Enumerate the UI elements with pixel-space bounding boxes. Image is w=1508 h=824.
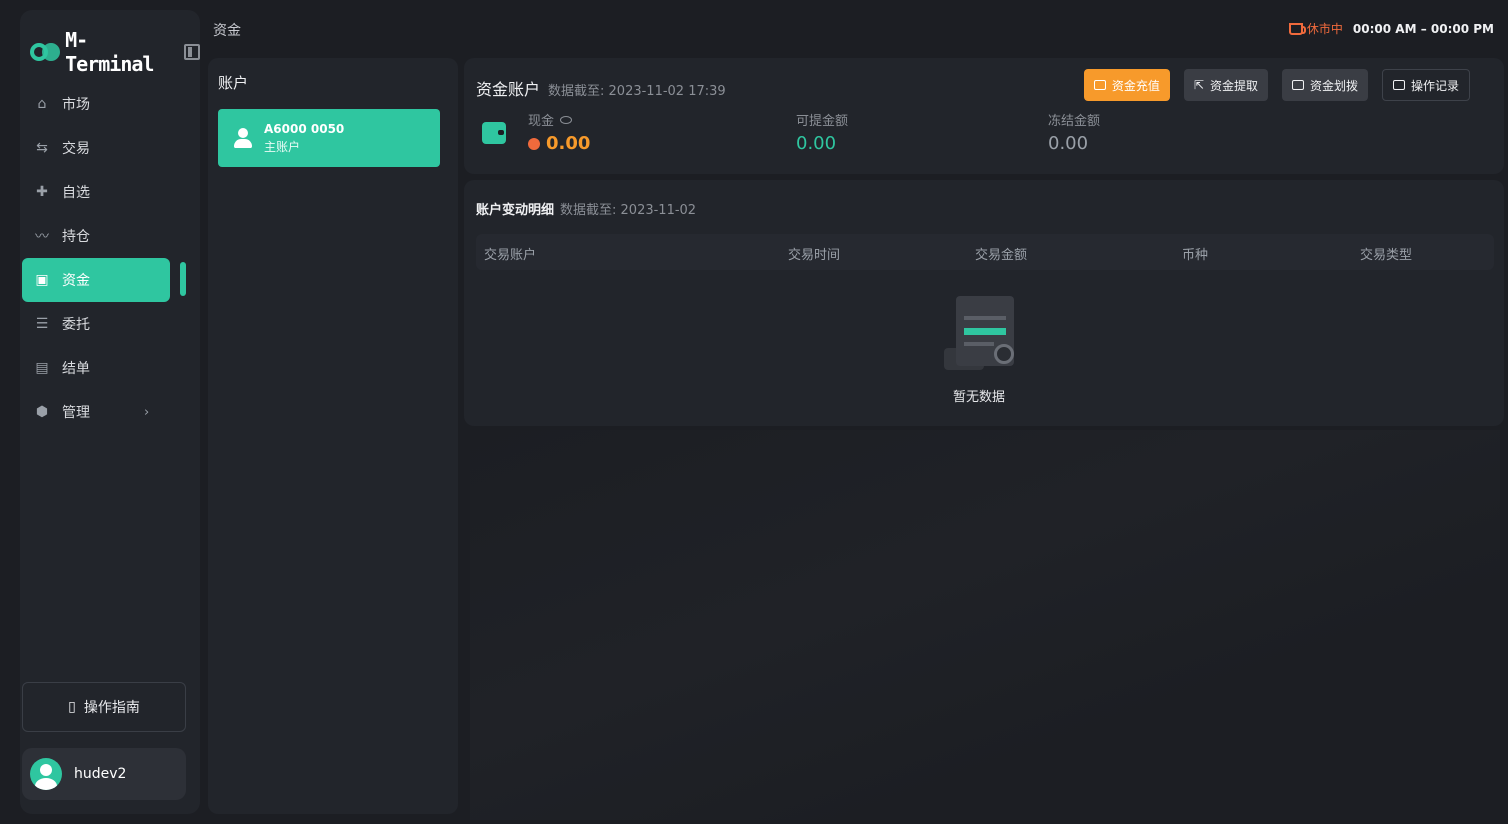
sidebar-item-manage[interactable]: ⬢ 管理 ›: [22, 390, 198, 434]
frozen-value: 0.00: [1048, 133, 1089, 154]
withdraw-icon: ⇱: [1193, 78, 1204, 92]
chevron-right-icon: ›: [144, 404, 150, 420]
avatar: [30, 758, 62, 790]
transfer-button-label: 资金划拨: [1309, 78, 1358, 93]
funds-as-of: 数据截至: 2023-11-02 17:39: [548, 84, 726, 99]
coffee-cup-icon: [1288, 22, 1306, 35]
wallet-icon: [482, 122, 506, 144]
sidebar-item-label: 委托: [62, 317, 90, 333]
cash-metric: 现金 0.00: [528, 110, 590, 154]
sidebar: M-Terminal ⌂ 市场 ⇆ 交易 ✚ 自选 〰 持仓 ▣ 资金 ☰ 委托…: [20, 10, 200, 814]
orders-icon: ☰: [35, 316, 49, 332]
sidebar-collapse-icon[interactable]: [184, 44, 200, 60]
deposit-button-label: 资金充值: [1111, 78, 1160, 93]
sidebar-item-label: 持仓: [62, 229, 90, 245]
transfer-button[interactable]: 资金划拨: [1281, 69, 1368, 101]
logo-icon: [30, 40, 60, 64]
username: hudev2: [74, 766, 127, 782]
records-button[interactable]: 操作记录: [1381, 69, 1470, 101]
sidebar-item-statements[interactable]: ▤ 结单: [22, 346, 198, 390]
sidebar-item-funds[interactable]: ▣ 资金: [22, 258, 170, 302]
cash-value: 0.00: [546, 133, 591, 154]
manage-icon: ⬢: [35, 404, 49, 420]
records-icon: [1392, 80, 1405, 90]
account-card[interactable]: A6000 0050 主账户: [218, 109, 440, 167]
active-nav-indicator: [180, 262, 186, 296]
guide-button-label: 操作指南: [83, 700, 140, 716]
background-texture: [470, 430, 1500, 820]
sidebar-item-market[interactable]: ⌂ 市场: [22, 82, 198, 126]
guide-button[interactable]: ▯ 操作指南: [22, 682, 186, 732]
column-header-time[interactable]: 交易时间: [788, 244, 840, 263]
withdrawable-metric: 可提金额 0.00: [796, 110, 848, 154]
empty-document-search-icon: [944, 296, 1014, 372]
position-icon: 〰: [35, 229, 49, 245]
market-status: 休市中: [1288, 20, 1343, 37]
funds-actions: 资金充值 ⇱ 资金提取 资金划拨 操作记录: [1083, 69, 1470, 101]
funds-title: 资金账户: [476, 80, 541, 99]
sidebar-item-trade[interactable]: ⇆ 交易: [22, 126, 198, 170]
account-type: 主账户: [264, 140, 301, 154]
frozen-metric: 冻结金额 0.00: [1048, 110, 1100, 154]
sidebar-item-label: 资金: [62, 273, 90, 289]
funds-panel: 资金账户 数据截至: 2023-11-02 17:39 资金充值 ⇱ 资金提取 …: [464, 58, 1504, 174]
cash-label: 现金: [528, 114, 555, 129]
sidebar-item-orders[interactable]: ☰ 委托: [22, 302, 198, 346]
sidebar-item-label: 管理: [62, 405, 90, 421]
details-header: 账户变动明细 数据截至: 2023-11-02: [476, 199, 696, 218]
transfer-icon: [1291, 80, 1304, 90]
logo[interactable]: M-Terminal: [30, 28, 200, 76]
user-card[interactable]: hudev2: [22, 748, 186, 800]
empty-state-text: 暂无数据: [952, 390, 1005, 405]
wallet-icon: ▣: [35, 272, 49, 288]
withdraw-button[interactable]: ⇱ 资金提取: [1183, 69, 1268, 101]
account-id: A6000 0050: [264, 122, 345, 136]
column-header-account[interactable]: 交易账户: [484, 244, 536, 263]
sidebar-item-label: 结单: [62, 361, 90, 377]
details-as-of: 数据截至: 2023-11-02: [560, 203, 697, 218]
column-header-type[interactable]: 交易类型: [1360, 244, 1412, 263]
logo-text: M-Terminal: [65, 28, 154, 76]
frozen-label: 冻结金额: [1048, 114, 1101, 129]
market-status-text: 休市中: [1306, 22, 1343, 36]
account-changes-panel: 账户变动明细 数据截至: 2023-11-02 交易账户 交易时间 交易金额 币…: [464, 180, 1504, 426]
empty-state: 暂无数据: [934, 296, 1024, 405]
sidebar-item-watchlist[interactable]: ✚ 自选: [22, 170, 198, 214]
wallet-icon: [1093, 80, 1106, 90]
column-header-currency[interactable]: 币种: [1182, 244, 1208, 263]
details-title: 账户变动明细: [476, 203, 555, 218]
funds-header: 资金账户 数据截至: 2023-11-02 17:39: [476, 76, 726, 100]
records-button-label: 操作记录: [1410, 78, 1459, 93]
document-icon: ▯: [68, 699, 76, 715]
withdrawable-value: 0.00: [796, 133, 837, 154]
cash-value-row: 0.00: [528, 133, 590, 154]
sidebar-item-label: 市场: [62, 97, 90, 113]
accounts-panel: 账户 A6000 0050 主账户: [208, 58, 458, 814]
market-status-bar: 休市中 00:00 AM – 00:00 PM: [1288, 20, 1494, 37]
app-window: M-Terminal ⌂ 市场 ⇆ 交易 ✚ 自选 〰 持仓 ▣ 资金 ☰ 委托…: [0, 0, 1508, 824]
sidebar-item-label: 交易: [62, 141, 90, 157]
sidebar-item-positions[interactable]: 〰 持仓: [22, 214, 198, 258]
sidebar-item-label: 自选: [62, 185, 90, 201]
market-icon: ⌂: [37, 96, 47, 112]
statement-icon: ▤: [35, 360, 49, 376]
account-info: A6000 0050 主账户: [264, 120, 344, 156]
trade-icon: ⇆: [36, 140, 48, 156]
column-header-amount[interactable]: 交易金额: [975, 244, 1027, 263]
user-icon: [232, 127, 254, 149]
sidebar-nav: ⌂ 市场 ⇆ 交易 ✚ 自选 〰 持仓 ▣ 资金 ☰ 委托 ▤ 结单 ⬢ 管理 …: [22, 82, 198, 434]
market-hours: 00:00 AM – 00:00 PM: [1352, 21, 1494, 36]
breadcrumb: 资金: [213, 23, 241, 39]
coin-icon: [528, 137, 540, 150]
eye-icon[interactable]: [560, 115, 573, 124]
deposit-button[interactable]: 资金充值: [1083, 69, 1170, 101]
table-header: 交易账户 交易时间 交易金额 币种 交易类型: [476, 234, 1494, 270]
accounts-title: 账户: [218, 74, 249, 92]
watchlist-icon: ✚: [36, 184, 48, 200]
withdrawable-label: 可提金额: [796, 114, 849, 129]
withdraw-button-label: 资金提取: [1209, 78, 1258, 93]
cash-label-row: 现金: [528, 110, 590, 129]
